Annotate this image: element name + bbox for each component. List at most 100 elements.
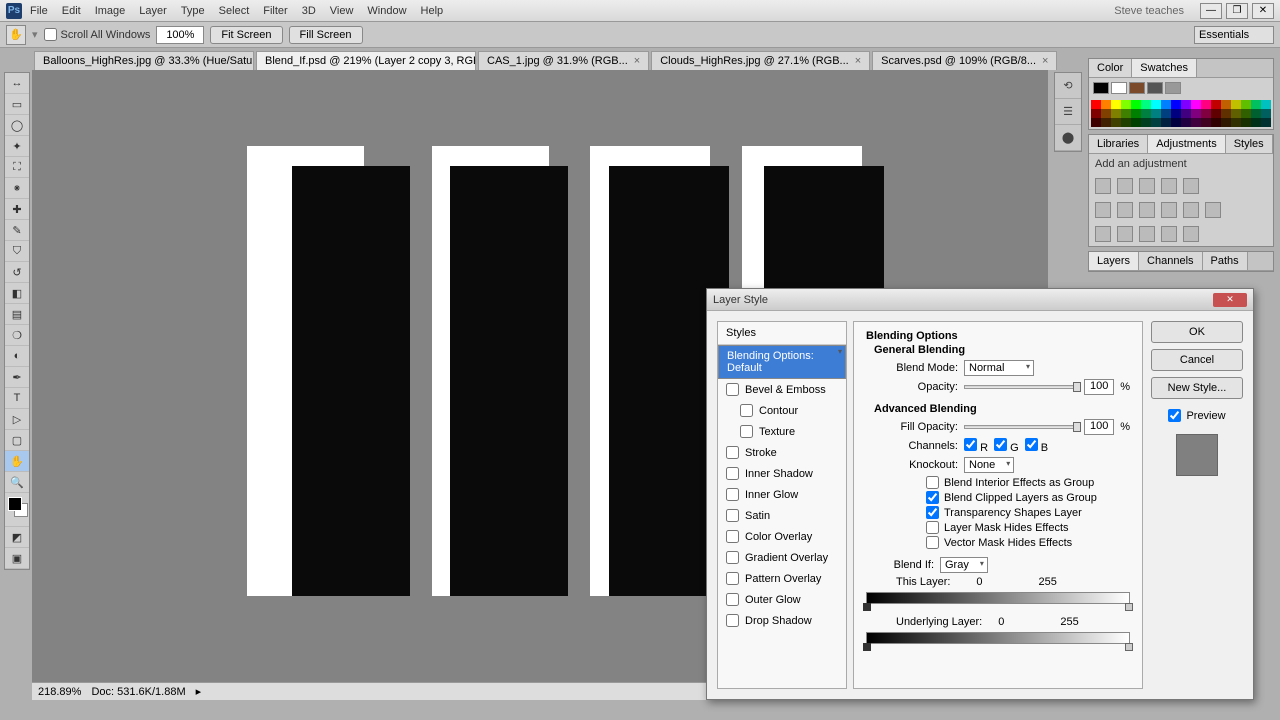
path-tool[interactable]: ▷ [5,409,29,430]
poster-icon[interactable] [1117,226,1133,242]
new-style-button[interactable]: New Style... [1151,377,1243,399]
heal-tool[interactable]: ✚ [5,199,29,220]
tab-scarves[interactable]: Scarves.psd @ 109% (RGB/8...× [872,51,1057,70]
dialog-titlebar[interactable]: Layer Style ✕ [707,289,1253,311]
cancel-button[interactable]: Cancel [1151,349,1243,371]
window-restore-button[interactable]: ❐ [1226,3,1248,19]
quickmask-tool[interactable]: ◩ [5,527,29,548]
curves-icon[interactable] [1139,178,1155,194]
exposure-icon[interactable] [1161,178,1177,194]
blendmode-select[interactable]: Normal [964,360,1034,376]
hand-tool[interactable]: ✋ [5,451,29,472]
tab-swatches[interactable]: Swatches [1132,59,1197,77]
fillopacity-field[interactable]: 100 [1084,419,1114,435]
blur-tool[interactable]: ❍ [5,325,29,346]
brush-tool[interactable]: ✎ [5,220,29,241]
levels-icon[interactable] [1117,178,1133,194]
selcolor-icon[interactable] [1183,226,1199,242]
fill-screen-button[interactable]: Fill Screen [289,26,363,44]
zoom-field[interactable]: 100% [156,26,204,44]
bw-icon[interactable] [1139,202,1155,218]
tab-balloons[interactable]: Balloons_HighRes.jpg @ 33.3% (Hue/Satura… [34,51,254,70]
opacity-field[interactable]: 100 [1084,379,1114,395]
style-inner-shadow[interactable]: Inner Shadow [718,463,846,484]
menu-image[interactable]: Image [95,5,126,17]
opacity-slider[interactable] [964,385,1078,389]
history-brush-tool[interactable]: ↺ [5,262,29,283]
stamp-tool[interactable]: ⛉ [5,241,29,262]
wand-tool[interactable]: ✦ [5,136,29,157]
chmix-icon[interactable] [1183,202,1199,218]
style-drop-shadow[interactable]: Drop Shadow [718,610,846,631]
threshold-icon[interactable] [1139,226,1155,242]
tab-layers[interactable]: Layers [1089,252,1139,270]
brush-panel-icon[interactable]: ⬤ [1055,125,1081,151]
tab-libraries[interactable]: Libraries [1089,135,1148,153]
menu-help[interactable]: Help [421,5,444,17]
lasso-tool[interactable]: ◯ [5,115,29,136]
close-icon[interactable]: × [1042,55,1048,67]
style-texture[interactable]: Texture [718,421,846,442]
style-gradient-overlay[interactable]: Gradient Overlay [718,547,846,568]
style-pattern-overlay[interactable]: Pattern Overlay [718,568,846,589]
dialog-close-button[interactable]: ✕ [1213,293,1247,307]
eyedropper-tool[interactable]: ⁕ [5,178,29,199]
style-contour[interactable]: Contour [718,400,846,421]
window-close-button[interactable]: ✕ [1252,3,1274,19]
blend-clipped-checkbox[interactable]: Blend Clipped Layers as Group [926,491,1130,504]
gradmap-icon[interactable] [1161,226,1177,242]
tab-cas[interactable]: CAS_1.jpg @ 31.9% (RGB...× [478,51,649,70]
swatch-grid[interactable] [1089,98,1273,129]
crop-tool[interactable]: ⛶ [5,157,29,178]
window-minimize-button[interactable]: — [1200,3,1222,19]
brightness-icon[interactable] [1095,178,1111,194]
photo-filter-icon[interactable] [1161,202,1177,218]
ok-button[interactable]: OK [1151,321,1243,343]
vectormask-hides-checkbox[interactable]: Vector Mask Hides Effects [926,536,1130,549]
tab-paths[interactable]: Paths [1203,252,1248,270]
style-color-overlay[interactable]: Color Overlay [718,526,846,547]
menu-filter[interactable]: Filter [263,5,287,17]
scroll-all-checkbox[interactable]: Scroll All Windows [44,28,151,41]
properties-panel-icon[interactable]: ☰ [1055,99,1081,125]
invert-icon[interactable] [1095,226,1111,242]
menu-view[interactable]: View [330,5,354,17]
tab-channels[interactable]: Channels [1139,252,1202,270]
tab-styles[interactable]: Styles [1226,135,1273,153]
screenmode-tool[interactable]: ▣ [5,548,29,569]
menu-3d[interactable]: 3D [302,5,316,17]
menu-window[interactable]: Window [367,5,406,17]
zoom-tool[interactable]: 🔍 [5,472,29,493]
vibrance-icon[interactable] [1183,178,1199,194]
workspace-selector[interactable]: Essentials [1194,26,1274,44]
menu-type[interactable]: Type [181,5,205,17]
gradient-tool[interactable]: ▤ [5,304,29,325]
colorbal-icon[interactable] [1117,202,1133,218]
fit-screen-button[interactable]: Fit Screen [210,26,282,44]
knockout-select[interactable]: None [964,457,1014,473]
channel-g-checkbox[interactable]: G [994,438,1019,454]
transparency-shapes-checkbox[interactable]: Transparency Shapes Layer [926,506,1130,519]
style-blending-options[interactable]: Blending Options: Default [718,345,846,379]
blend-interior-checkbox[interactable]: Blend Interior Effects as Group [926,476,1130,489]
menu-select[interactable]: Select [219,5,250,17]
channel-b-checkbox[interactable]: B [1025,438,1048,454]
fillopacity-slider[interactable] [964,425,1078,429]
eraser-tool[interactable]: ◧ [5,283,29,304]
style-stroke[interactable]: Stroke [718,442,846,463]
style-satin[interactable]: Satin [718,505,846,526]
close-icon[interactable]: × [855,55,861,67]
lut-icon[interactable] [1205,202,1221,218]
pen-tool[interactable]: ✒ [5,367,29,388]
move-tool[interactable]: ↔ [5,73,29,94]
thislayer-gradient[interactable] [866,592,1130,604]
style-bevel[interactable]: Bevel & Emboss [718,379,846,400]
style-outer-glow[interactable]: Outer Glow [718,589,846,610]
menu-file[interactable]: File [30,5,48,17]
hsl-icon[interactable] [1095,202,1111,218]
preview-checkbox[interactable]: Preview [1151,409,1243,422]
tab-blendif[interactable]: Blend_If.psd @ 219% (Layer 2 copy 3, RGB… [256,51,476,70]
blendif-select[interactable]: Gray [940,557,988,573]
dodge-tool[interactable]: ◐ [5,346,29,367]
tab-adjustments[interactable]: Adjustments [1148,135,1226,153]
